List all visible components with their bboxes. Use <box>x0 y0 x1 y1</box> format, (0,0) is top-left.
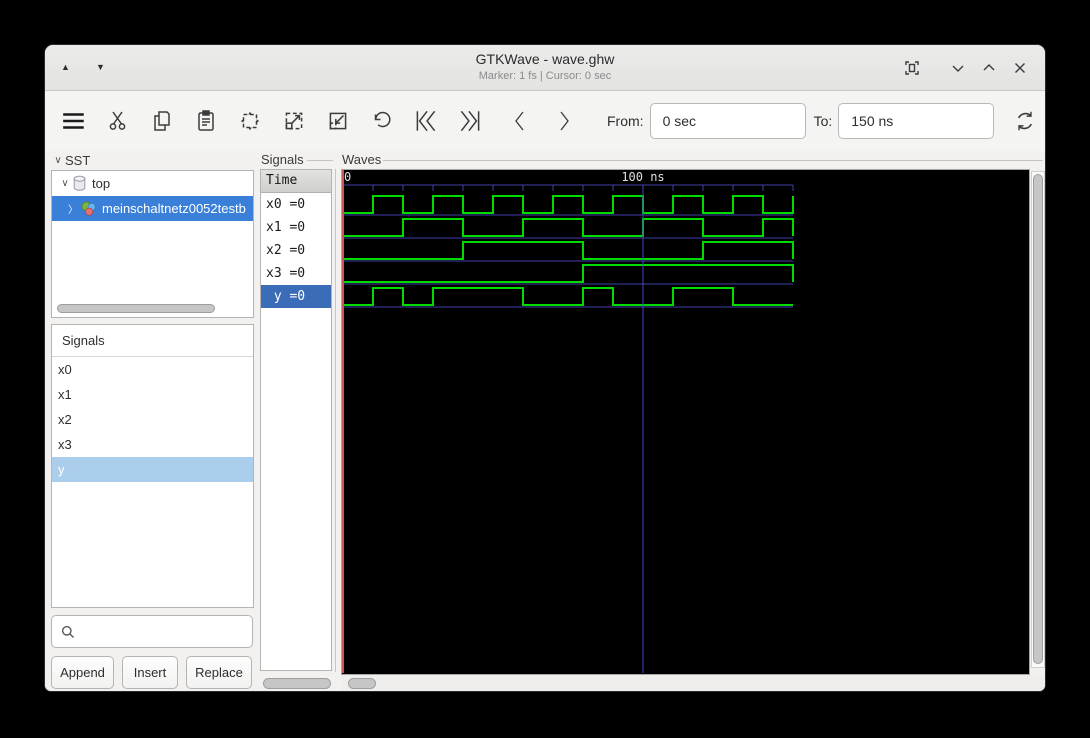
waves-frame-label: Waves <box>342 152 382 167</box>
waveform-canvas[interactable]: 0 100 ns <box>342 170 1029 674</box>
wave-vscrollbar-thumb[interactable] <box>1033 174 1043 664</box>
skip-start-icon[interactable] <box>411 106 441 136</box>
list-item-x3[interactable]: x3 <box>52 432 253 457</box>
search-input[interactable] <box>82 617 262 646</box>
tree-item-label: top <box>92 176 111 191</box>
cut-icon[interactable] <box>103 106 133 136</box>
zoom-in-icon[interactable] <box>279 106 309 136</box>
svg-text:0: 0 <box>344 170 351 184</box>
panel-splitter[interactable] <box>335 169 336 672</box>
tree-hscrollbar[interactable] <box>57 304 215 313</box>
fullscreen-icon[interactable] <box>901 57 923 79</box>
paste-icon[interactable] <box>191 106 221 136</box>
skip-end-icon[interactable] <box>455 106 485 136</box>
window-title: GTKWave - wave.ghw <box>475 51 615 67</box>
signal-row-x2[interactable]: x2 =0 <box>261 239 331 262</box>
sst-frame-label: SST <box>65 153 91 168</box>
titlebar[interactable]: ▲ ▼ GTKWave - wave.ghw Marker: 1 fs | Cu… <box>45 45 1045 91</box>
module-icon <box>80 200 97 217</box>
append-button[interactable]: Append <box>51 656 114 689</box>
reload-icon[interactable] <box>1010 106 1040 136</box>
signal-list-panel: Signals x0 x1 x2 x3 y <box>51 324 254 608</box>
tree-item-module[interactable]: 〉 meinschaltnetz0052testb <box>52 196 253 221</box>
wave-hscrollbar-thumb[interactable] <box>348 678 376 689</box>
frame-line <box>307 160 333 161</box>
zoom-fit-icon[interactable] <box>235 106 265 136</box>
chevron-right-icon[interactable]: 〉 <box>66 201 80 216</box>
list-item-x0[interactable]: x0 <box>52 357 253 382</box>
search-icon <box>60 624 76 640</box>
from-label: From: <box>607 113 644 129</box>
signal-row-x0[interactable]: x0 =0 <box>261 193 331 216</box>
menu-icon[interactable] <box>59 106 89 136</box>
signals-frame-label: Signals <box>261 152 304 167</box>
signal-row-x3[interactable]: x3 =0 <box>261 262 331 285</box>
sst-tree: ∨ top 〉 meinschaltnetz0052testb <box>51 170 254 318</box>
signal-list-header: Signals <box>52 325 253 357</box>
step-left-icon[interactable] <box>505 106 535 136</box>
signal-row-y[interactable]: y =0 <box>261 285 331 308</box>
minimize-icon[interactable] <box>947 57 969 79</box>
signal-row-x1[interactable]: x1 =0 <box>261 216 331 239</box>
main-content: ∨ SST ∨ top 〉 meinschaltnetz0052testb Si… <box>45 151 1045 691</box>
gtkwave-window: ▲ ▼ GTKWave - wave.ghw Marker: 1 fs | Cu… <box>44 44 1046 692</box>
waveform-area[interactable]: 0 100 ns <box>341 169 1030 675</box>
chevron-down-icon[interactable]: ∨ <box>58 178 72 189</box>
marker-cursor-status: Marker: 1 fs | Cursor: 0 sec <box>478 70 612 82</box>
close-icon[interactable] <box>1009 57 1031 79</box>
to-label: To: <box>813 113 833 129</box>
copy-icon[interactable] <box>147 106 177 136</box>
list-item-x2[interactable]: x2 <box>52 407 253 432</box>
tree-item-top[interactable]: ∨ top <box>52 171 253 196</box>
signal-search-box[interactable] <box>51 615 262 648</box>
desktop-background: ▲ ▼ GTKWave - wave.ghw Marker: 1 fs | Cu… <box>0 0 1090 738</box>
insert-button[interactable]: Insert <box>122 656 178 689</box>
maximize-icon[interactable] <box>978 57 1000 79</box>
wave-hscrollbar[interactable] <box>341 675 1045 691</box>
list-item-x1[interactable]: x1 <box>52 382 253 407</box>
zoom-out-icon[interactable] <box>323 106 353 136</box>
replace-button[interactable]: Replace <box>186 656 252 689</box>
signal-name-panel: Time x0 =0 x1 =0 x2 =0 x3 =0 y =0 <box>260 169 332 671</box>
frame-line <box>383 160 1043 161</box>
to-input[interactable] <box>838 103 995 139</box>
undo-icon[interactable] <box>367 106 397 136</box>
list-item-y[interactable]: y <box>52 457 253 482</box>
toolbar: From: To: <box>45 91 1045 151</box>
step-right-icon[interactable] <box>549 106 579 136</box>
sst-expander-icon[interactable]: ∨ <box>51 155 65 166</box>
signal-panel-hscrollbar[interactable] <box>263 678 331 689</box>
svg-text:100 ns: 100 ns <box>621 170 664 184</box>
tree-item-label: meinschaltnetz0052testb <box>102 201 246 216</box>
time-header[interactable]: Time <box>261 170 331 193</box>
database-icon <box>72 175 87 192</box>
from-input[interactable] <box>649 103 806 139</box>
wave-vscrollbar[interactable] <box>1031 171 1045 668</box>
